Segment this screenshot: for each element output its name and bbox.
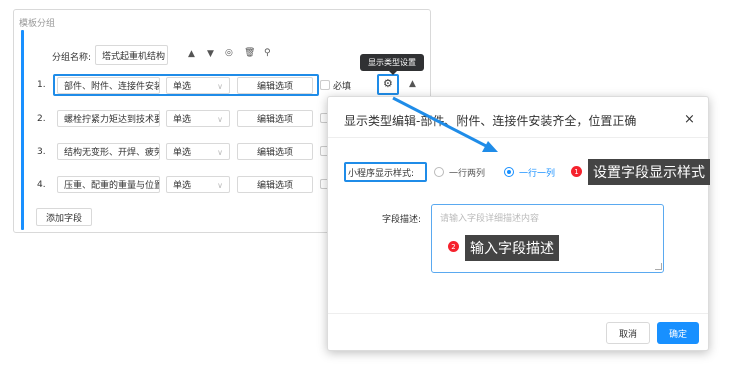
annotation-callout-2: 输入字段描述 — [465, 235, 559, 261]
arrow-line — [392, 96, 491, 150]
annotation-callout-1: 设置字段显示样式 — [588, 159, 710, 185]
annotation-badge-2: 2 — [448, 241, 459, 252]
annotation-badge-1: 1 — [571, 166, 582, 177]
